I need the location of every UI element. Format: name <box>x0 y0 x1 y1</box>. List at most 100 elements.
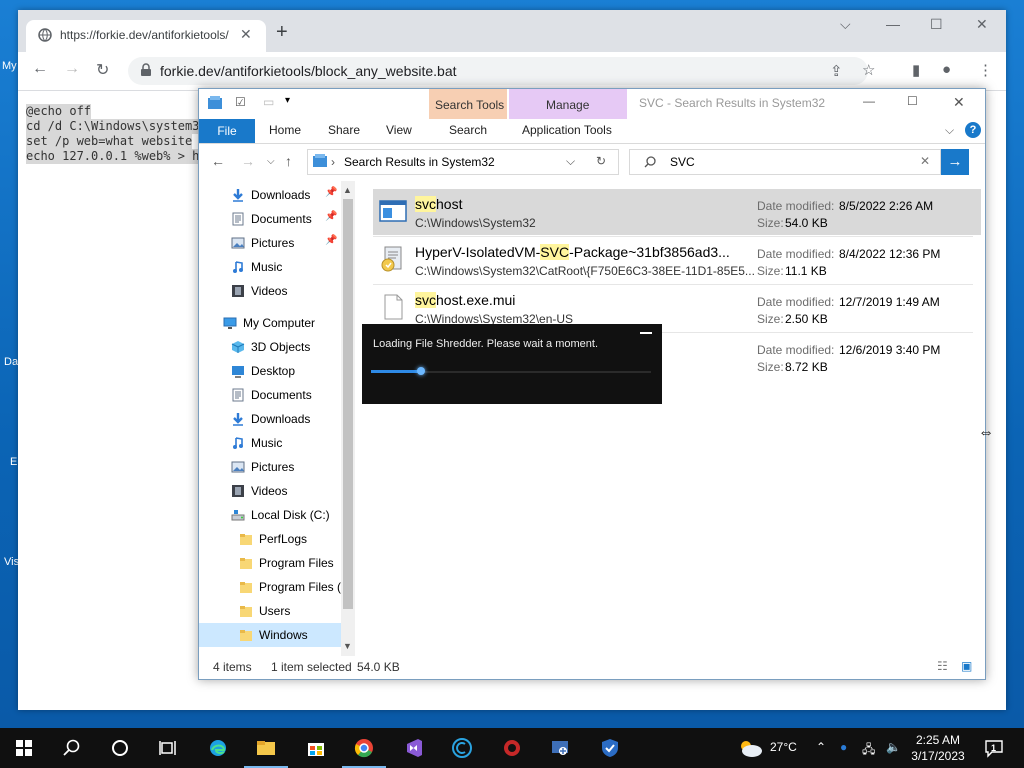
scroll-up-icon[interactable]: ▲ <box>343 185 352 195</box>
minimize-icon[interactable] <box>640 332 652 334</box>
nav-item-documents[interactable]: Documents <box>199 383 341 407</box>
nav-item-videos[interactable]: Videos <box>199 279 341 303</box>
taskbar-remote-app[interactable] <box>538 728 582 768</box>
tray-app-icon[interactable]: ● <box>840 740 847 754</box>
code-line: set /p web=what website <box>26 134 193 149</box>
desktop-icon-label[interactable]: My <box>2 60 17 72</box>
search-box[interactable]: SVC ✕ <box>629 149 941 175</box>
notification-center[interactable]: 1 <box>984 738 1004 758</box>
task-view-button[interactable] <box>146 728 190 768</box>
nav-item-desktop[interactable]: Desktop <box>199 359 341 383</box>
back-icon[interactable]: ← <box>32 60 48 78</box>
forward-icon[interactable]: → <box>241 153 255 169</box>
close-tab-icon[interactable]: ✕ <box>240 26 252 43</box>
properties-icon[interactable]: ☑ <box>235 95 246 109</box>
nav-item-local-disk-c[interactable]: Local Disk (C:) <box>199 503 341 527</box>
nav-item-program-files[interactable]: Program Files ( <box>199 575 341 599</box>
address-bar[interactable]: forkie.dev/antiforkietools/block_any_web… <box>128 57 875 85</box>
tab-application-tools[interactable]: Application Tools <box>522 123 612 137</box>
tab-share[interactable]: Share <box>328 123 360 137</box>
remote-app-icon <box>552 741 568 755</box>
nav-scrollbar-thumb[interactable] <box>343 199 353 609</box>
back-icon[interactable]: ← <box>211 153 225 169</box>
help-icon[interactable]: ? <box>965 122 981 138</box>
taskbar-security-app[interactable] <box>588 728 632 768</box>
profile-icon[interactable]: ● <box>942 61 951 78</box>
loading-message: Loading File Shredder. Please wait a mom… <box>373 338 599 350</box>
address-bar[interactable]: › Search Results in System32 ⌵ ↻ <box>307 149 619 175</box>
up-icon[interactable]: ↑ <box>285 153 292 169</box>
close-icon[interactable]: ✕ <box>976 16 988 33</box>
nav-item-music[interactable]: Music <box>199 255 341 279</box>
recent-locations-icon[interactable]: ⌵ <box>267 156 275 167</box>
tab-search-icon[interactable]: ⌵ <box>840 16 851 33</box>
tab-view[interactable]: View <box>386 123 412 137</box>
taskbar-store[interactable] <box>294 728 338 768</box>
side-panel-icon[interactable]: ▮ <box>912 61 920 79</box>
search-go-button[interactable]: → <box>941 149 969 175</box>
taskbar-chrome[interactable] <box>342 728 386 768</box>
nav-item-perflogs[interactable]: PerfLogs <box>199 527 341 551</box>
pin-icon: 📌 <box>325 211 338 222</box>
cortana-button[interactable] <box>98 728 142 768</box>
taskbar-file-explorer[interactable] <box>244 728 288 768</box>
weather-temperature[interactable]: 27°C <box>770 740 797 754</box>
close-icon[interactable]: ✕ <box>953 94 965 111</box>
maximize-icon[interactable]: ☐ <box>907 94 918 108</box>
reload-icon[interactable]: ↻ <box>96 60 109 80</box>
refresh-icon[interactable]: ↻ <box>596 154 606 168</box>
tab-file[interactable]: File <box>199 119 255 143</box>
nav-item-pictures[interactable]: Pictures <box>199 455 341 479</box>
network-icon[interactable]: 🖧 <box>862 740 875 761</box>
nav-item-downloads[interactable]: Downloads <box>199 407 341 431</box>
nav-item-videos[interactable]: Videos <box>199 479 341 503</box>
expand-ribbon-icon[interactable]: ⌵ <box>945 123 954 138</box>
nav-item-pictures[interactable]: Pictures 📌 <box>199 231 341 255</box>
show-hidden-icons-icon[interactable]: ⌃ <box>816 740 826 754</box>
bookmark-star-icon[interactable]: ☆ <box>862 61 875 79</box>
start-button[interactable] <box>2 728 46 768</box>
search-button[interactable] <box>50 728 94 768</box>
nav-item-3d-objects[interactable]: 3D Objects <box>199 335 341 359</box>
forward-icon[interactable]: → <box>64 60 80 78</box>
scroll-down-icon[interactable]: ▼ <box>343 641 352 651</box>
new-folder-icon[interactable]: ▭ <box>263 95 274 109</box>
address-dropdown-icon[interactable]: ⌵ <box>566 154 575 169</box>
taskbar-edge[interactable] <box>196 728 240 768</box>
taskbar-visual-studio[interactable] <box>392 728 436 768</box>
large-icons-view-icon[interactable]: ▣ <box>961 659 972 673</box>
menu-icon[interactable]: ⋮ <box>978 61 993 79</box>
nav-item-downloads[interactable]: Downloads 📌 <box>199 183 341 207</box>
desktop-icon-label[interactable]: Vis <box>4 556 19 568</box>
minimize-icon[interactable]: — <box>863 94 875 108</box>
details-view-icon[interactable]: ☷ <box>937 659 948 673</box>
new-tab-icon[interactable]: + <box>276 22 288 42</box>
nav-item-my-computer[interactable]: My Computer <box>199 311 341 335</box>
share-icon[interactable]: ⇪ <box>830 62 843 80</box>
tab-search[interactable]: Search <box>449 123 487 137</box>
nav-item-program-files[interactable]: Program Files <box>199 551 341 575</box>
desktop-icon-label[interactable]: E <box>10 456 17 468</box>
system-clock[interactable]: 2:25 AM 3/17/2023 <box>908 732 968 764</box>
minimize-icon[interactable]: — <box>886 16 900 32</box>
desktop-icon-label[interactable]: Da <box>4 356 18 368</box>
maximize-icon[interactable]: ☐ <box>930 16 943 33</box>
taskbar-ccleaner[interactable] <box>440 728 484 768</box>
nav-item-windows[interactable]: Windows <box>199 623 341 647</box>
weather-icon[interactable] <box>736 738 764 758</box>
size-value: 2.50 KB <box>785 312 828 326</box>
tab-home[interactable]: Home <box>269 123 301 137</box>
breadcrumb-chevron-icon[interactable]: › <box>331 155 335 169</box>
taskbar-shredder-app[interactable] <box>490 728 534 768</box>
search-input[interactable]: SVC <box>670 155 695 169</box>
volume-icon[interactable]: 🔈 <box>886 740 901 754</box>
nav-item-music[interactable]: Music <box>199 431 341 455</box>
nav-item-documents[interactable]: Documents 📌 <box>199 207 341 231</box>
browser-tab[interactable]: https://forkie.dev/antiforkietools/ ✕ <box>26 20 266 52</box>
clear-search-icon[interactable]: ✕ <box>920 154 930 168</box>
nav-item-users[interactable]: Users <box>199 599 341 623</box>
result-row[interactable]: svchost C:\Windows\System32 Date modified:… <box>373 189 981 235</box>
quick-access-dropdown-icon[interactable]: ▾ <box>285 95 290 106</box>
result-row[interactable]: HyperV-IsolatedVM-SVC-Package~31bf3856ad… <box>373 237 981 283</box>
selection-size: 54.0 KB <box>357 660 400 674</box>
